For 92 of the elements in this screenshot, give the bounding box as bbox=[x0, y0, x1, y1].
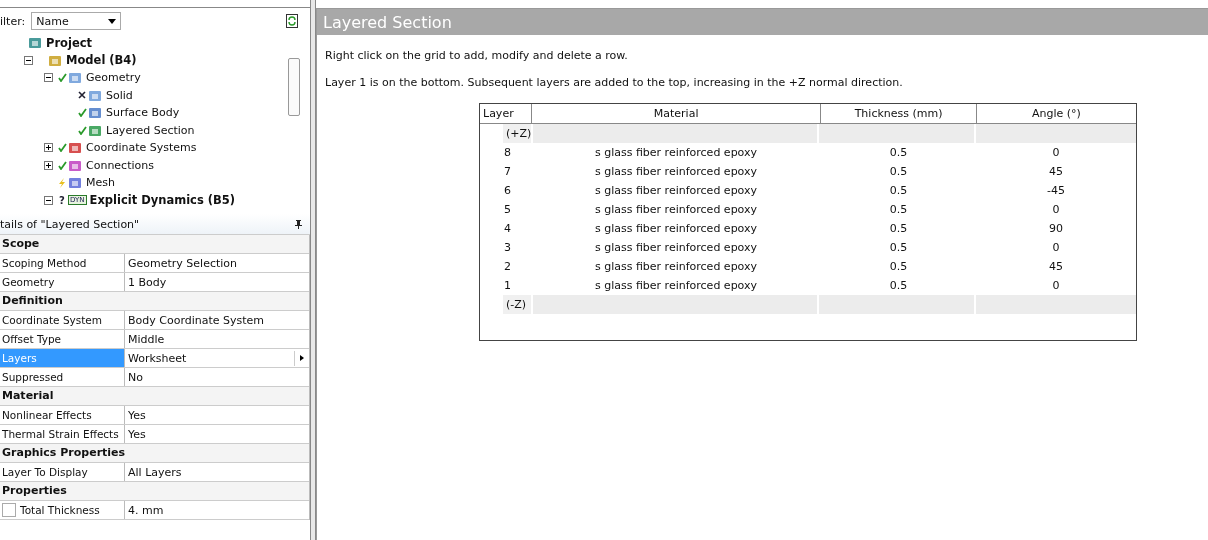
table-cell-text: 7 bbox=[503, 164, 512, 180]
tree-item[interactable]: Layered Section bbox=[106, 123, 195, 137]
filter-label: ilter: bbox=[0, 14, 26, 28]
column-header[interactable]: Layer bbox=[480, 104, 532, 123]
group-header[interactable]: Properties bbox=[0, 482, 309, 501]
table-cell-text: 3 bbox=[503, 240, 512, 256]
table-cell-text: s glass fiber reinforced epoxy bbox=[593, 221, 759, 237]
lightning-icon bbox=[58, 177, 66, 188]
table-cell-text: s glass fiber reinforced epoxy bbox=[593, 202, 759, 218]
checkmark-icon bbox=[57, 73, 67, 83]
column-header[interactable]: Thickness (mm) bbox=[821, 104, 977, 123]
tree-item[interactable]: Connections bbox=[86, 158, 154, 172]
table-cell-text: 0 bbox=[1051, 202, 1061, 218]
property-value: All Layers bbox=[128, 465, 182, 479]
property-name: Layer To Display bbox=[2, 466, 88, 478]
expander-icon[interactable] bbox=[44, 73, 53, 83]
table-cell-text: s glass fiber reinforced epoxy bbox=[593, 240, 759, 256]
table-cell-text: 45 bbox=[1048, 259, 1064, 275]
property-name: Geometry bbox=[2, 276, 55, 288]
property-value: Middle bbox=[128, 332, 165, 346]
table-cell-text: 5 bbox=[503, 202, 512, 218]
cross-icon bbox=[78, 91, 86, 100]
refresh-icon[interactable] bbox=[286, 14, 298, 28]
pin-icon[interactable] bbox=[295, 219, 302, 229]
table-cell-text: 0 bbox=[1051, 240, 1061, 256]
table-cell-text: -45 bbox=[1046, 183, 1066, 199]
tree-item[interactable]: Geometry bbox=[86, 71, 141, 85]
expander-icon[interactable] bbox=[44, 160, 53, 170]
property-value: Body Coordinate System bbox=[128, 313, 265, 327]
instruction-text: Right click on the grid to add, modify and delete a row. bbox=[325, 49, 629, 62]
table-cell-text: s glass fiber reinforced epoxy bbox=[593, 183, 759, 199]
property-value: 1 Body bbox=[128, 275, 167, 289]
table-cell-text: 8 bbox=[503, 145, 512, 161]
table-cell-text: 0.5 bbox=[888, 164, 909, 180]
property-name: Suppressed bbox=[2, 371, 64, 383]
group-header[interactable]: Material bbox=[0, 387, 309, 406]
property-value: Yes bbox=[128, 427, 146, 441]
table-cell-text: 0.5 bbox=[888, 221, 909, 237]
table-cell-text: 1 bbox=[503, 278, 512, 294]
table-cell-text: s glass fiber reinforced epoxy bbox=[593, 164, 759, 180]
table-cell-text: 90 bbox=[1048, 221, 1064, 237]
table-cell-text: s glass fiber reinforced epoxy bbox=[593, 145, 759, 161]
table-cell-text: 6 bbox=[503, 183, 512, 199]
property-name: Coordinate System bbox=[2, 314, 103, 326]
table-cell-text: 0.5 bbox=[888, 278, 909, 294]
table-cell: (+Z) bbox=[503, 124, 531, 143]
table-cell-text: 0.5 bbox=[888, 145, 909, 161]
property-name: Total Thickness bbox=[20, 504, 100, 516]
table-cell-text: 4 bbox=[503, 221, 512, 237]
group-header[interactable]: Scope bbox=[0, 235, 309, 254]
table-cell-text: 0 bbox=[1051, 145, 1061, 161]
property-name: Scoping Method bbox=[2, 257, 87, 269]
property-name: Layers bbox=[2, 352, 37, 364]
property-value: Worksheet bbox=[128, 351, 187, 365]
details-title: tails of "Layered Section" bbox=[0, 217, 140, 231]
column-header[interactable]: Angle (°) bbox=[976, 104, 1136, 123]
expander-icon[interactable] bbox=[24, 55, 33, 65]
checkbox[interactable] bbox=[2, 503, 16, 517]
table-cell-text: 0.5 bbox=[888, 202, 909, 218]
worksheet-title: Layered Section bbox=[323, 13, 452, 32]
group-header[interactable]: Definition bbox=[0, 292, 309, 311]
table-cell-text: s glass fiber reinforced epoxy bbox=[593, 259, 759, 275]
tree-item[interactable]: Solid bbox=[106, 88, 133, 102]
expander-icon[interactable] bbox=[44, 143, 53, 153]
column-header[interactable]: Material bbox=[531, 104, 822, 123]
property-value: No bbox=[128, 370, 143, 384]
table-cell: (-Z) bbox=[503, 295, 531, 314]
property-name: Thermal Strain Effects bbox=[2, 428, 119, 440]
table-cell-text: 2 bbox=[503, 259, 512, 275]
table-cell-text: s glass fiber reinforced epoxy bbox=[593, 278, 759, 294]
property-value: Yes bbox=[128, 408, 146, 422]
table-cell-text: 0.5 bbox=[888, 183, 909, 199]
caret-icon bbox=[108, 18, 117, 24]
property-value: 4. mm bbox=[128, 503, 164, 517]
expander-icon[interactable] bbox=[44, 195, 53, 205]
tree-item[interactable]: Explicit Dynamics (B5) bbox=[89, 193, 236, 208]
tree-item[interactable]: Model (B4) bbox=[66, 53, 137, 68]
table-cell-text: 0.5 bbox=[888, 240, 909, 256]
group-header[interactable]: Graphics Properties bbox=[0, 444, 309, 463]
tree-item[interactable]: Project bbox=[46, 35, 93, 50]
status-marker: ? bbox=[59, 194, 65, 206]
tree-item[interactable]: Mesh bbox=[86, 176, 115, 190]
table-cell-text: 45 bbox=[1048, 164, 1064, 180]
table-cell-text: 0 bbox=[1051, 278, 1061, 294]
filter-dropdown[interactable]: Name bbox=[31, 12, 122, 30]
tree-item[interactable]: Coordinate Systems bbox=[86, 141, 197, 155]
instruction-text: Layer 1 is on the bottom. Subsequent layers are added to the top, increasing in the +Z normal direction. bbox=[325, 76, 904, 89]
tree-item[interactable]: Surface Body bbox=[106, 106, 180, 120]
property-value: Geometry Selection bbox=[128, 256, 238, 270]
table-cell-text: 0.5 bbox=[888, 259, 909, 275]
property-name: Offset Type bbox=[2, 333, 61, 345]
property-name: Nonlinear Effects bbox=[2, 409, 92, 421]
